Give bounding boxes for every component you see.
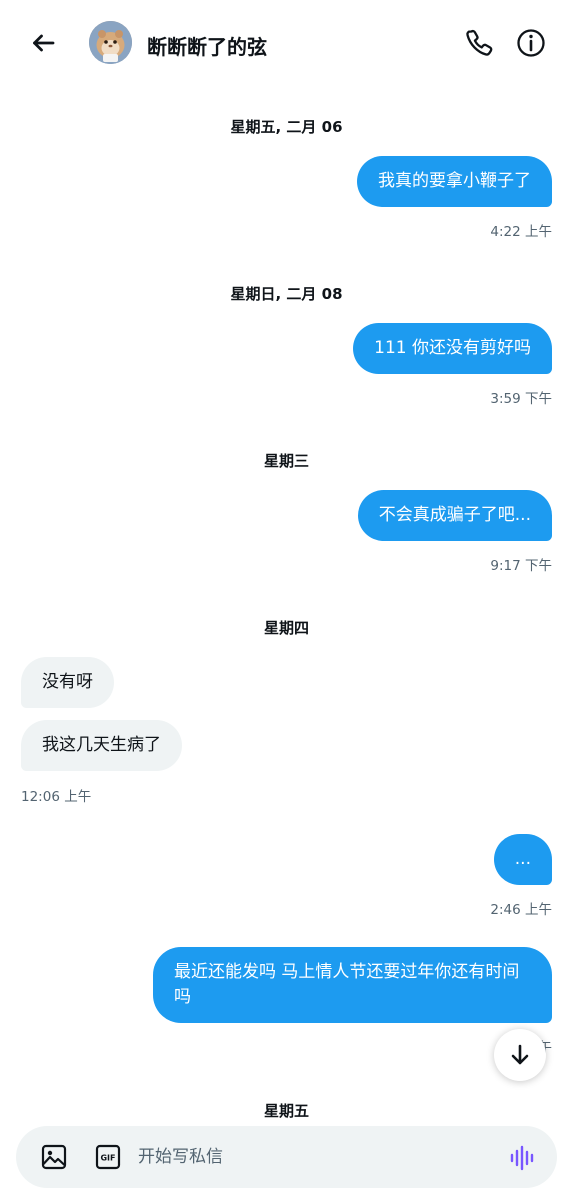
hamster-avatar-image [89,21,132,64]
message-input[interactable] [138,1140,488,1174]
voice-waveform-icon [510,1145,534,1171]
scroll-to-bottom-button[interactable] [494,1029,546,1081]
day-separator: 星期三 [263,452,309,470]
image-icon [41,1144,67,1170]
message-timestamp: 2:46 上午 [490,902,552,918]
outgoing-message[interactable]: ... [493,834,552,885]
phone-icon [466,29,493,56]
info-icon [517,29,545,57]
day-separator: 星期五 [263,1102,309,1120]
message-timestamp: 4:22 上午 [490,224,552,240]
svg-text:GIF: GIF [100,1154,115,1163]
message-composer: GIF [16,1126,557,1188]
day-separator: 星期日, 二月 08 [230,285,343,303]
voice-message-button[interactable] [508,1143,538,1173]
message-list[interactable]: 星期五, 二月 06 我真的要拿小鞭子了 4:22 上午 星期日, 二月 08 … [0,86,573,1120]
message-timestamp: 12:06 上午 [21,789,92,805]
info-button[interactable] [514,26,548,60]
incoming-message[interactable]: 我这几天生病了 [21,720,182,771]
add-image-button[interactable] [40,1143,68,1171]
gif-icon: GIF [95,1144,121,1170]
contact-name[interactable]: 断断断了的弦 [147,31,267,60]
add-gif-button[interactable]: GIF [94,1143,122,1171]
contact-avatar[interactable] [89,21,132,64]
message-timestamp: 3:59 下午 [490,391,552,407]
outgoing-message[interactable]: 最近还能发吗 马上情人节还要过年你还有时间吗 [153,947,552,1023]
back-button[interactable] [24,26,60,62]
day-separator: 星期四 [263,619,309,637]
arrow-left-icon [33,34,55,52]
day-separator: 星期五, 二月 06 [230,118,343,136]
arrow-down-icon [511,1044,529,1065]
call-button[interactable] [462,26,496,60]
incoming-message[interactable]: 没有呀 [21,657,114,708]
outgoing-message[interactable]: 不会真成骗子了吧... [357,490,552,541]
message-timestamp: 9:17 下午 [490,558,552,574]
outgoing-message[interactable]: 111 你还没有剪好吗 [353,323,552,374]
conversation-header: 断断断了的弦 [0,0,573,86]
outgoing-message[interactable]: 我真的要拿小鞭子了 [357,156,552,207]
